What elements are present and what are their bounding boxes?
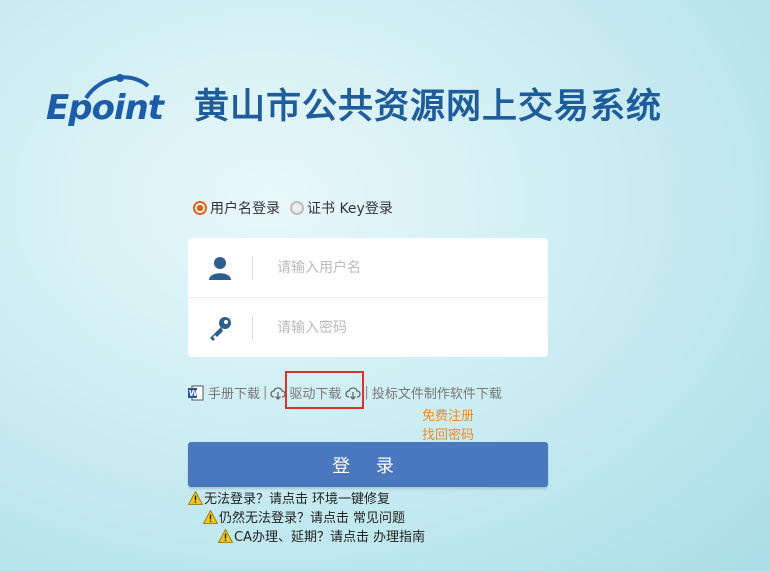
header: Epoint 黄山市公共资源网上交易系统 <box>46 72 662 134</box>
help-line-3: CA办理、延期？请点击 办理指南 <box>218 526 425 545</box>
login-button[interactable]: 登 录 <box>188 442 548 487</box>
help-line-1: 无法登录？请点击 环境一键修复 <box>188 488 390 507</box>
login-method-tabs: 用户名登录 证书 Key登录 <box>193 198 403 218</box>
tab-cert-key-login[interactable]: 证书 Key登录 <box>290 198 393 218</box>
forgot-password-link[interactable]: 找回密码 <box>422 424 474 443</box>
bid-software-download-link[interactable]: 投标文件制作软件下载 <box>372 383 502 402</box>
ca-guide-link[interactable]: 办理指南 <box>373 526 425 545</box>
help-prompt: CA办理、延期？请点击 <box>234 530 369 545</box>
link-separator: | <box>364 385 369 400</box>
username-input[interactable] <box>275 258 529 277</box>
user-icon <box>188 256 252 280</box>
logo-text: Epoint <box>46 88 164 128</box>
field-divider <box>252 315 253 340</box>
epoint-logo: Epoint <box>46 72 174 134</box>
help-prompt: 仍然无法登录？请点击 <box>219 511 350 526</box>
radio-selected-icon[interactable] <box>193 201 207 215</box>
username-row <box>188 238 548 298</box>
radio-unselected-icon[interactable] <box>290 201 304 215</box>
tab-username-label: 用户名登录 <box>210 201 280 217</box>
faq-link[interactable]: 常见问题 <box>353 507 405 526</box>
site-title: 黄山市公共资源网上交易系统 <box>194 85 663 127</box>
password-input[interactable] <box>275 318 529 337</box>
svg-text:W: W <box>189 389 198 398</box>
tab-cert-label: 证书 Key登录 <box>307 201 393 217</box>
cloud-download-icon <box>270 386 287 400</box>
warning-icon <box>203 509 218 524</box>
register-link[interactable]: 免费注册 <box>422 405 474 424</box>
key-icon <box>188 315 252 341</box>
manual-download-link[interactable]: W 手册下载 <box>188 383 260 402</box>
tab-username-login[interactable]: 用户名登录 <box>193 198 280 218</box>
warning-icon <box>188 490 203 505</box>
help-line-2: 仍然无法登录？请点击 常见问题 <box>203 507 405 526</box>
link-separator: | <box>263 385 268 400</box>
field-divider <box>252 255 253 280</box>
password-row <box>188 298 548 357</box>
manual-download-label: 手册下载 <box>208 387 261 402</box>
annotation-highlight-box <box>285 371 364 409</box>
env-repair-link[interactable]: 环境一键修复 <box>312 488 390 507</box>
login-form <box>188 238 548 357</box>
word-doc-icon: W <box>188 385 204 400</box>
warning-icon <box>218 528 233 543</box>
help-prompt: 无法登录？请点击 <box>204 492 309 507</box>
